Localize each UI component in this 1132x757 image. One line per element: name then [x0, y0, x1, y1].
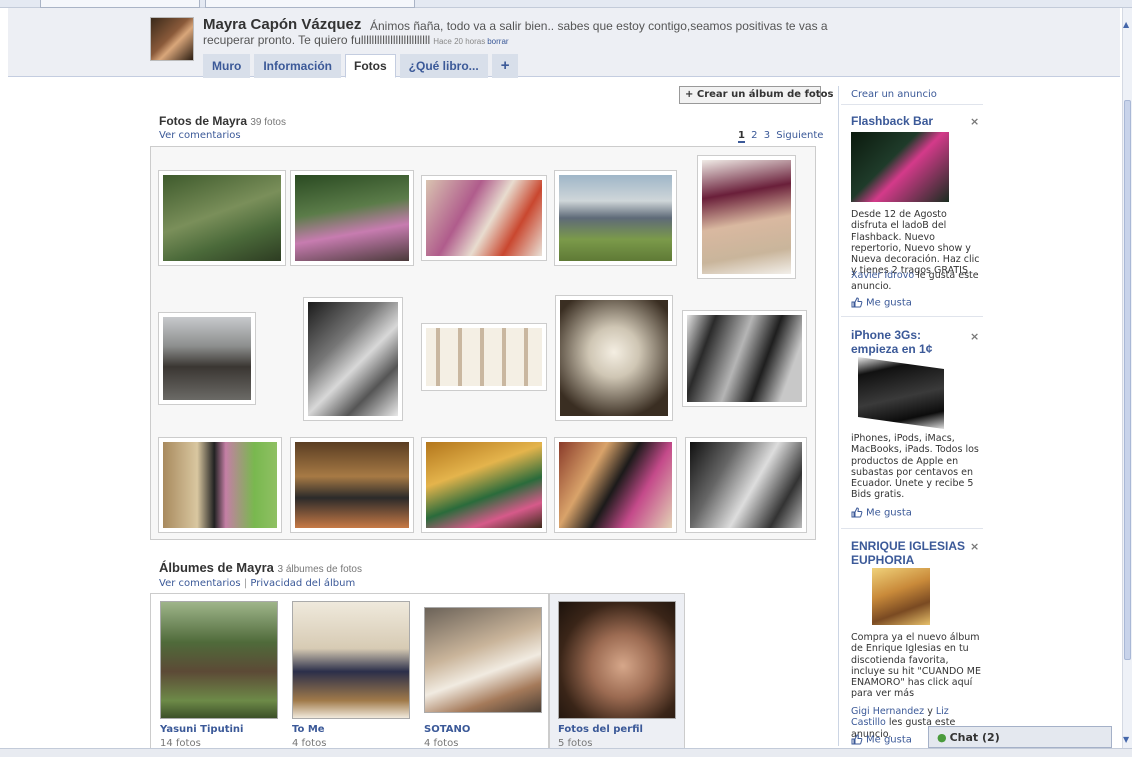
album-cover-yasuni-tiputini[interactable] — [160, 601, 278, 719]
albums-section-title: Álbumes de Mayra 3 álbumes de fotos — [159, 560, 362, 575]
sidebar-divider — [838, 86, 839, 746]
photo-thumbnail[interactable] — [158, 437, 282, 533]
album-cover-fotos-del-perfil[interactable] — [558, 601, 676, 719]
next-page-link[interactable]: Siguiente — [776, 130, 823, 141]
ad-text: Desde 12 de Agosto disfruta el ladoB del… — [851, 209, 980, 277]
album-name-to-me[interactable]: To Me — [292, 724, 325, 735]
create-ad-link[interactable]: Crear un anuncio — [851, 89, 937, 100]
page-1-link[interactable]: 1 — [738, 130, 745, 143]
flashback-bar-ad-image[interactable] — [851, 132, 949, 202]
ad-social-user-link[interactable]: Xavier Idrovo — [851, 270, 914, 281]
albums-links: Ver comentarios | Privacidad del álbum — [159, 578, 355, 589]
photo-thumbnail[interactable] — [555, 295, 673, 421]
ad-like-button[interactable]: Me gusta — [851, 507, 912, 519]
album-cover-to-me[interactable] — [292, 601, 410, 719]
photos-count: 39 fotos — [250, 117, 286, 128]
ad-title-enrique-iglesias[interactable]: ENRIQUE IGLESIAS EUPHORIA — [851, 539, 969, 567]
iphone-ad-image[interactable] — [858, 356, 944, 430]
photo-grid — [150, 146, 816, 540]
album-name-fotos-del-perfil[interactable]: Fotos del perfil — [558, 724, 643, 735]
browser-tab-active[interactable] — [205, 0, 415, 8]
profile-name[interactable]: Mayra Capón Vázquez — [203, 16, 361, 33]
ad-text: iPhones, iPods, iMacs, MacBooks, iPads. … — [851, 433, 979, 501]
status-text-continued: recuperar pronto. Te quiero fullllllllll… — [203, 33, 509, 47]
photo-thumbnail[interactable] — [290, 170, 414, 266]
page-2-link[interactable]: 2 — [751, 130, 757, 141]
pagination: 1 2 3 Siguiente — [738, 130, 826, 143]
photo-thumbnail[interactable] — [158, 312, 256, 405]
create-album-button[interactable]: + Crear un álbum de fotos — [679, 86, 833, 104]
photo-thumbnail[interactable] — [697, 155, 796, 279]
online-status-icon: ● — [937, 731, 947, 744]
browser-status-bar — [0, 748, 1132, 757]
tab-que-libro[interactable]: ¿Qué libro... — [399, 54, 488, 78]
photos-title-text: Fotos de Mayra — [159, 114, 248, 128]
ad-social-context: Xavier Idrovo le gusta este anuncio. — [851, 270, 981, 293]
chat-label: Chat (2) — [949, 731, 1000, 744]
photo-thumbnail[interactable] — [303, 297, 403, 421]
scrollbar-thumb[interactable] — [1124, 100, 1131, 660]
ad-divider — [841, 528, 983, 529]
view-comments-link[interactable]: Ver comentarios — [159, 130, 241, 141]
photo-thumbnail[interactable] — [158, 170, 286, 266]
status-text: Ánimos ñaña, todo va a salir bien.. sabe… — [370, 19, 828, 33]
like-thumb-icon — [851, 297, 863, 308]
photo-thumbnail[interactable] — [554, 437, 677, 533]
link-separator: | — [243, 578, 248, 589]
ad-title-iphone[interactable]: iPhone 3Gs: empieza en 1¢ — [851, 328, 969, 356]
avatar[interactable] — [150, 17, 194, 61]
ad-like-button[interactable]: Me gusta — [851, 734, 912, 746]
photo-thumbnail[interactable] — [421, 323, 547, 391]
ad-like-label: Me gusta — [866, 297, 912, 309]
status-text-line2: recuperar pronto. Te quiero fullllllllll… — [203, 33, 431, 47]
scroll-up-arrow-icon[interactable]: ▲ — [1123, 20, 1129, 29]
add-tab-button[interactable]: + — [491, 54, 519, 78]
ad-like-label: Me gusta — [866, 734, 912, 746]
album-name-yasuni-tiputini[interactable]: Yasuni Tiputini — [160, 724, 243, 735]
albums-count: 3 álbumes de fotos — [277, 564, 363, 575]
photo-thumbnail[interactable] — [421, 437, 547, 533]
close-ad-icon[interactable]: × — [970, 115, 979, 128]
delete-status-link[interactable]: borrar — [487, 37, 508, 46]
albums-view-comments-link[interactable]: Ver comentarios — [159, 578, 241, 589]
browser-tab[interactable] — [40, 0, 200, 8]
ad-text: Compra ya el nuevo álbum de Enrique Igle… — [851, 632, 981, 700]
ad-divider — [841, 316, 983, 317]
page-3-link[interactable]: 3 — [764, 130, 770, 141]
album-privacy-link[interactable]: Privacidad del álbum — [250, 578, 355, 589]
ad-divider — [841, 104, 983, 105]
photo-thumbnail[interactable] — [290, 437, 414, 533]
scroll-down-arrow-icon[interactable]: ▼ — [1123, 735, 1129, 744]
ad-like-button[interactable]: Me gusta — [851, 297, 912, 309]
enrique-iglesias-ad-image[interactable] — [872, 568, 930, 625]
close-ad-icon[interactable]: × — [970, 540, 979, 553]
tab-muro[interactable]: Muro — [203, 54, 251, 78]
photo-thumbnail[interactable] — [682, 310, 807, 407]
photo-thumbnail[interactable] — [685, 437, 807, 533]
photo-thumbnail[interactable] — [421, 175, 547, 261]
album-cover-sotano[interactable] — [424, 607, 542, 713]
close-ad-icon[interactable]: × — [970, 330, 979, 343]
ad-title-flashback-bar[interactable]: Flashback Bar — [851, 114, 933, 128]
browser-tab-strip — [0, 0, 1132, 8]
photos-section-title: Fotos de Mayra 39 fotos — [159, 114, 286, 128]
ad-social-and: y — [927, 706, 933, 717]
status-time: Hace 20 horas — [433, 37, 486, 46]
like-thumb-icon — [851, 734, 863, 745]
like-thumb-icon — [851, 507, 863, 518]
photo-thumbnail[interactable] — [554, 170, 677, 266]
tab-informacion[interactable]: Información — [254, 54, 341, 78]
ad-social-user-link[interactable]: Gigi Hernandez — [851, 706, 924, 717]
chat-bar[interactable]: ● Chat (2) — [928, 726, 1112, 748]
ad-like-label: Me gusta — [866, 507, 912, 519]
profile-tabs: Muro Información Fotos ¿Qué libro... + — [203, 54, 522, 78]
album-name-sotano[interactable]: SOTANO — [424, 724, 470, 735]
albums-title-text: Álbumes de Mayra — [159, 560, 274, 575]
tab-fotos[interactable]: Fotos — [345, 54, 396, 78]
